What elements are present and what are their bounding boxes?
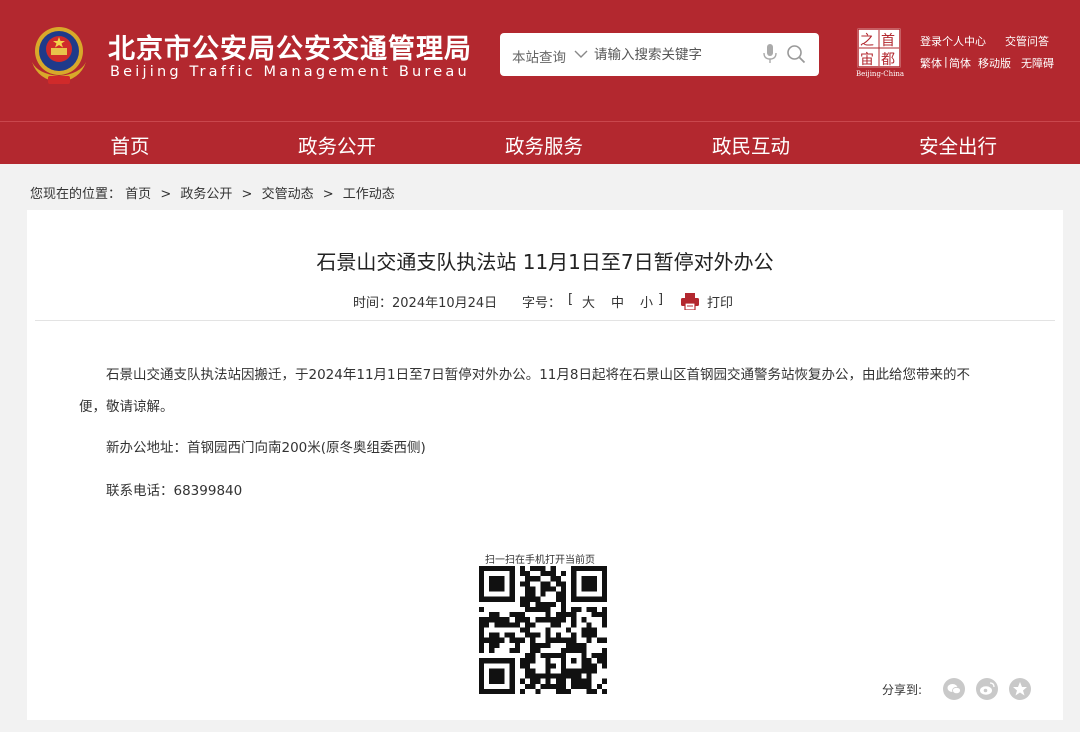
capital-char-3: 宙 <box>860 52 874 68</box>
site-header: 北京市公安局公安交通管理局 Beijing Traffic Management… <box>0 0 1080 121</box>
breadcrumb-separator: > <box>241 187 253 202</box>
traditional-link[interactable]: 繁体 <box>920 55 942 71</box>
search-input[interactable] <box>594 43 754 67</box>
article-card: 石景山交通支队执法站 11月1日至7日暂停对外办公 时间：2024年10月24日… <box>27 210 1063 720</box>
font-size-large[interactable]: 大 <box>582 292 595 311</box>
publish-date: 时间：2024年10月24日 <box>353 296 498 311</box>
phone-text: 联系电话：68399840 <box>106 483 243 499</box>
breadcrumb-prefix: 您现在的位置： <box>30 187 122 202</box>
paragraph-1-line-1: 石景山交通支队执法站因搬迁，于2024年11月1日至7日暂停对外办公。11月8日… <box>106 367 970 383</box>
capital-char-4: 都 <box>881 52 895 68</box>
breadcrumb-item-gov-affairs[interactable]: 政务公开 <box>180 187 232 202</box>
font-size-bracket-open: [ <box>568 292 574 307</box>
share-weibo-button[interactable] <box>976 678 998 700</box>
font-size-small[interactable]: 小 <box>640 292 653 311</box>
wechat-icon <box>947 684 961 695</box>
breadcrumb-separator: > <box>322 187 334 202</box>
article-paragraph-1: 石景山交通支队执法站因搬迁，于2024年11月1日至7日暂停对外办公。11月8日… <box>79 359 1009 423</box>
capital-char-2: 首 <box>881 33 895 49</box>
search-icon[interactable] <box>786 44 806 64</box>
print-link[interactable]: 打印 <box>707 292 733 311</box>
top-links: 登录个人中心 交管问答 繁体 | 简体 移动版 无障碍 <box>920 33 1060 73</box>
lang-separator: | <box>944 55 948 68</box>
breadcrumb: 您现在的位置： 首页 > 政务公开 > 交管动态 > 工作动态 <box>30 183 395 202</box>
share-label: 分享到: <box>882 683 923 697</box>
qr-code-image <box>479 566 607 694</box>
microphone-icon[interactable] <box>762 43 778 65</box>
accessible-link[interactable]: 无障碍 <box>1021 55 1054 71</box>
printer-icon[interactable] <box>681 293 699 310</box>
weibo-icon <box>980 682 995 695</box>
simplified-link[interactable]: 简体 <box>949 55 971 71</box>
font-size-bracket-close: ] <box>658 292 664 307</box>
chevron-down-icon[interactable] <box>573 46 589 62</box>
search-bar: 本站查询 <box>500 33 819 76</box>
share-qzone-button[interactable] <box>1009 678 1031 700</box>
capital-char-1: 之 <box>860 33 874 49</box>
article-title: 石景山交通支队执法站 11月1日至7日暂停对外办公 <box>316 250 774 274</box>
nav-item-gov-services[interactable]: 政务服务 <box>474 130 614 159</box>
mobile-link[interactable]: 移动版 <box>978 55 1011 71</box>
nav-item-safe-travel[interactable]: 安全出行 <box>888 130 1028 159</box>
login-link[interactable]: 登录个人中心 <box>920 33 986 49</box>
main-nav: 首页 政务公开 政务服务 政民互动 安全出行 <box>0 121 1080 164</box>
nav-item-gov-affairs[interactable]: 政务公开 <box>267 130 407 159</box>
qzone-star-icon <box>1013 682 1027 696</box>
breadcrumb-separator: > <box>160 187 172 202</box>
nav-item-interaction[interactable]: 政民互动 <box>681 130 821 159</box>
capital-logo-caption: Beijing-China <box>856 70 905 78</box>
search-scope-select[interactable]: 本站查询 <box>512 46 566 66</box>
font-size-medium[interactable]: 中 <box>611 292 624 311</box>
breadcrumb-item-work-news[interactable]: 工作动态 <box>343 187 395 202</box>
qa-link[interactable]: 交管问答 <box>1005 33 1049 49</box>
breadcrumb-item-home[interactable]: 首页 <box>125 187 151 202</box>
font-size-label: 字号： <box>522 296 562 311</box>
paragraph-1-line-2: 便，敬请谅解。 <box>79 399 174 415</box>
article-phone: 联系电话：68399840 <box>79 475 1009 507</box>
qr-caption: 扫一扫在手机打开当前页 <box>485 555 595 566</box>
share-wechat-button[interactable] <box>943 678 965 700</box>
breadcrumb-item-traffic-news[interactable]: 交管动态 <box>262 187 314 202</box>
article-address: 新办公地址：首钢园西门向南200米(原冬奥组委西侧) <box>79 432 1009 464</box>
title-divider <box>35 320 1055 321</box>
police-emblem-icon <box>32 27 86 84</box>
nav-item-home[interactable]: 首页 <box>60 130 200 159</box>
site-subtitle: Beijing Traffic Management Bureau <box>110 64 470 80</box>
site-title: 北京市公安局公安交通管理局 <box>108 34 472 65</box>
capital-logo: 之 首 宙 都 Beijing-China <box>856 28 905 78</box>
article-meta: 时间：2024年10月24日 字号： [ 大 中 小 ] 打印 <box>27 292 1063 312</box>
address-text: 新办公地址：首钢园西门向南200米(原冬奥组委西侧) <box>106 440 426 456</box>
